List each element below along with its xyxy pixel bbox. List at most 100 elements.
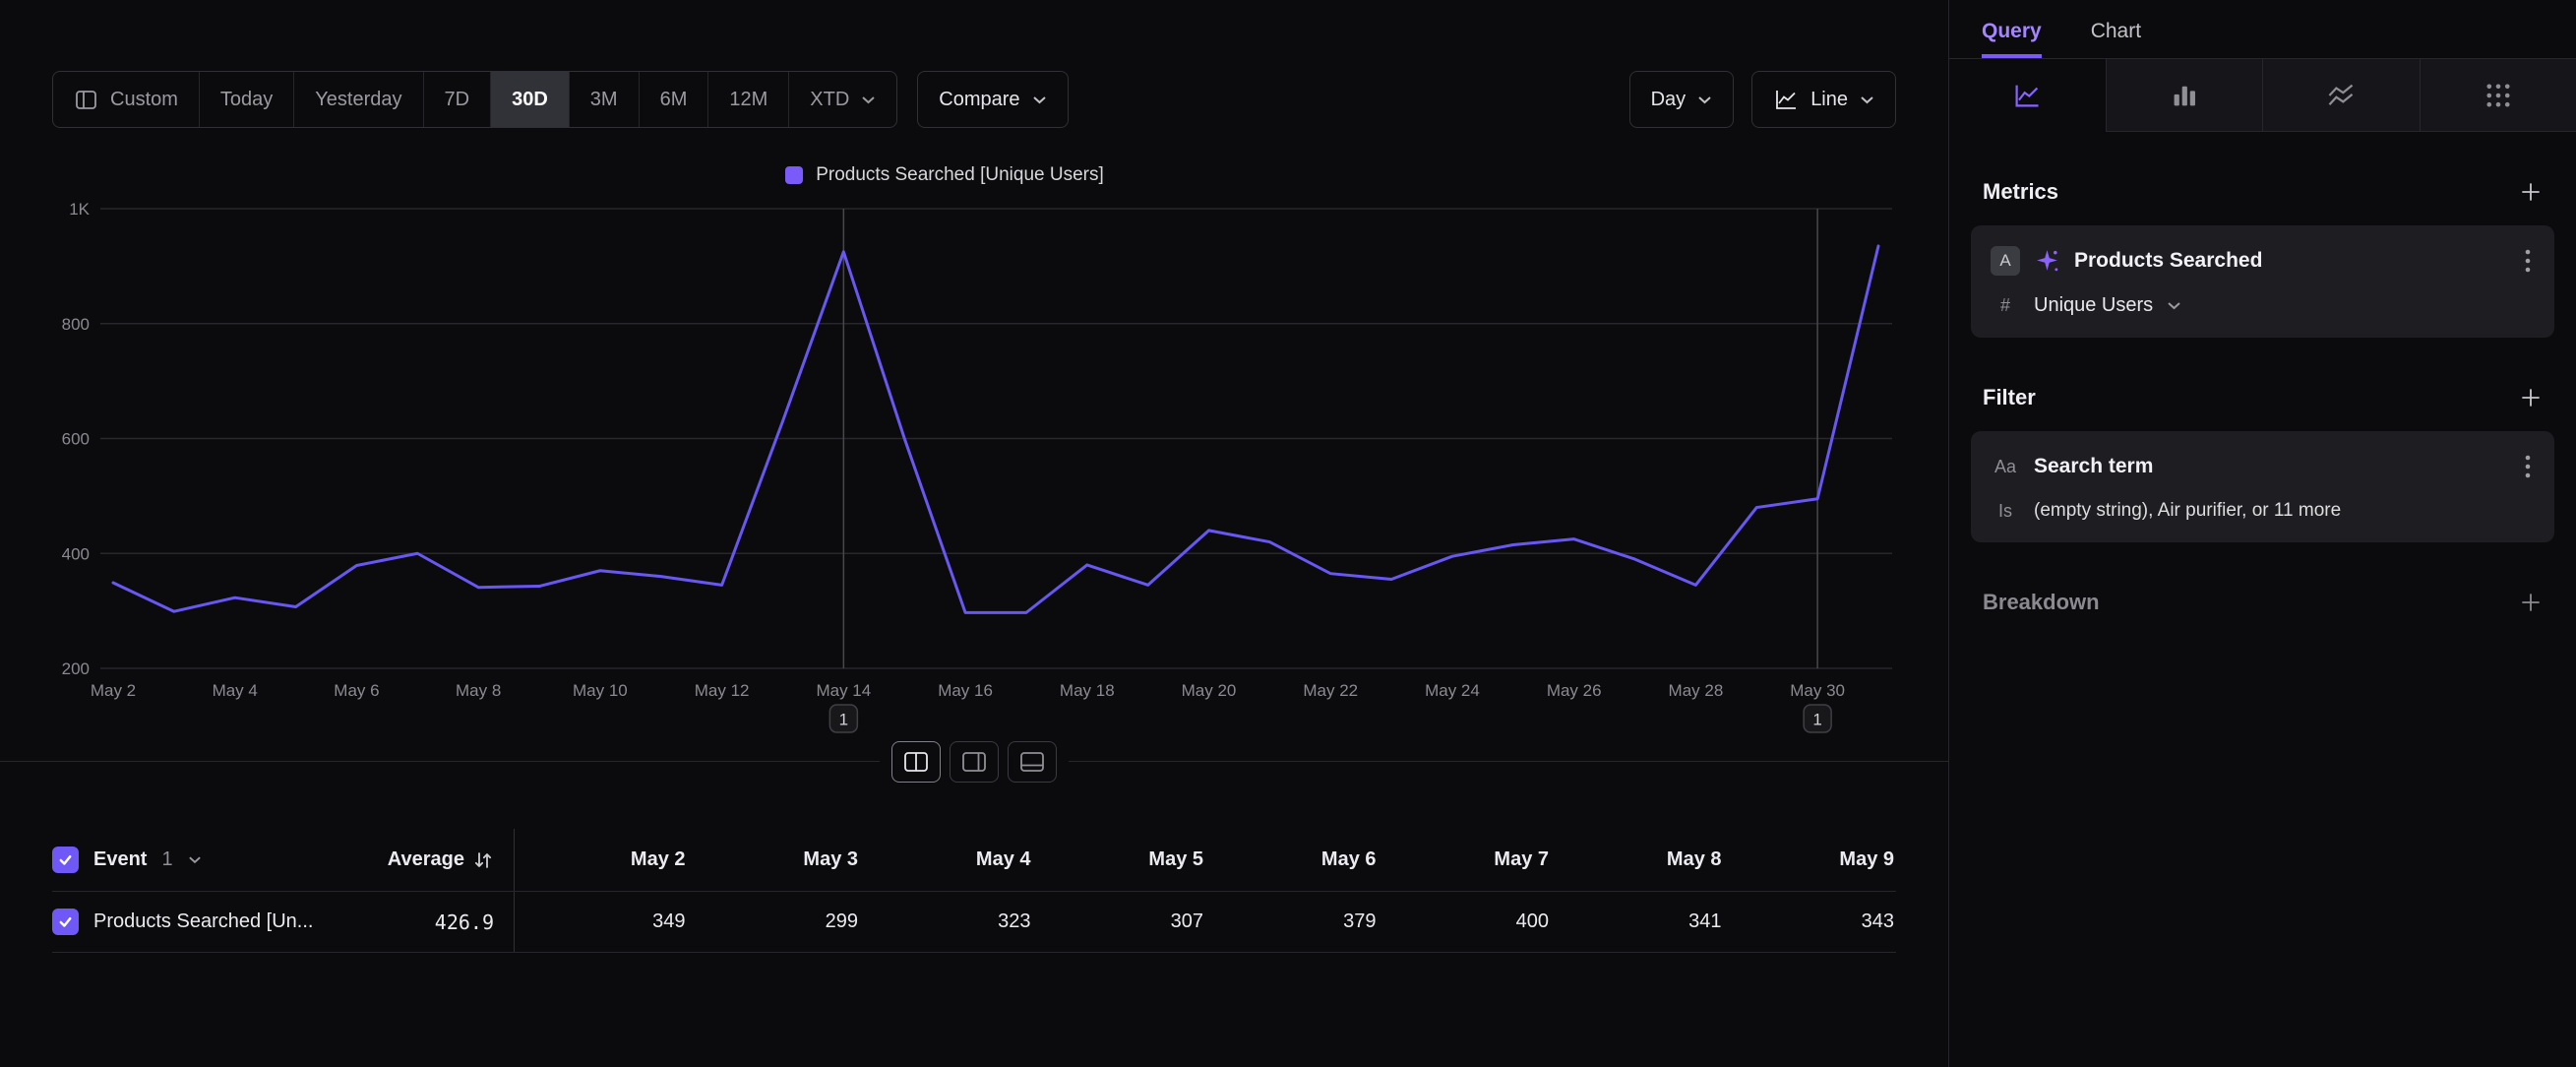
layout-chart-only-button[interactable] bbox=[950, 741, 999, 783]
add-filter-button[interactable] bbox=[2519, 386, 2543, 409]
chevron-down-icon bbox=[1032, 95, 1047, 104]
metric-series-badge: A bbox=[1991, 246, 2020, 276]
select-all-checkbox[interactable] bbox=[52, 847, 79, 873]
chevron-down-icon bbox=[1860, 95, 1874, 104]
add-breakdown-button[interactable] bbox=[2519, 591, 2543, 614]
cell-may-6: 379 bbox=[1205, 892, 1379, 952]
filter-value: (empty string), Air purifier, or 11 more bbox=[2034, 500, 2341, 522]
date-range-label: Yesterday bbox=[315, 89, 401, 111]
column-header-may-5: May 5 bbox=[1033, 829, 1206, 891]
cell-may-4: 323 bbox=[860, 892, 1033, 952]
svg-text:May 10: May 10 bbox=[573, 681, 628, 700]
row-checkbox[interactable] bbox=[52, 909, 79, 935]
compare-button[interactable]: Compare bbox=[917, 71, 1068, 128]
svg-text:May 14: May 14 bbox=[816, 681, 871, 700]
table-row[interactable]: Products Searched [Un... 426.9 349 299 3… bbox=[52, 892, 1896, 953]
add-metric-button[interactable] bbox=[2519, 180, 2543, 204]
svg-text:May 24: May 24 bbox=[1425, 681, 1480, 700]
svg-text:800: 800 bbox=[62, 315, 90, 334]
breakdown-section-header: Breakdown bbox=[1971, 590, 2554, 615]
column-header-may-2: May 2 bbox=[515, 829, 688, 891]
date-range-30d[interactable]: 30D bbox=[490, 72, 569, 127]
svg-text:May 22: May 22 bbox=[1303, 681, 1358, 700]
date-range-custom[interactable]: Custom bbox=[53, 72, 199, 127]
metric-menu-button[interactable] bbox=[2521, 244, 2535, 278]
chart-type-line-button[interactable] bbox=[1949, 59, 2106, 132]
svg-text:May 6: May 6 bbox=[334, 681, 379, 700]
chart-type-strip bbox=[1949, 59, 2576, 132]
cell-may-9: 343 bbox=[1724, 892, 1897, 952]
chevron-down-icon[interactable] bbox=[188, 855, 202, 864]
granularity-dropdown[interactable]: Day bbox=[1629, 71, 1735, 128]
date-range-label: 30D bbox=[512, 89, 548, 111]
chart-type-bar-button[interactable] bbox=[2106, 59, 2263, 132]
svg-text:200: 200 bbox=[62, 659, 90, 678]
chart-type-stacked-button[interactable] bbox=[2262, 59, 2420, 132]
date-range-6m[interactable]: 6M bbox=[639, 72, 708, 127]
cell-may-5: 307 bbox=[1033, 892, 1206, 952]
svg-text:May 2: May 2 bbox=[91, 681, 136, 700]
column-header-may-4: May 4 bbox=[860, 829, 1033, 891]
svg-text:1K: 1K bbox=[69, 200, 90, 219]
svg-text:May 26: May 26 bbox=[1547, 681, 1602, 700]
layout-toggle-group bbox=[880, 741, 1069, 783]
check-icon bbox=[57, 851, 74, 868]
kebab-icon bbox=[2525, 248, 2531, 274]
sort-icon[interactable] bbox=[472, 849, 494, 871]
date-range-today[interactable]: Today bbox=[199, 72, 293, 127]
date-range-7d[interactable]: 7D bbox=[423, 72, 491, 127]
tab-query[interactable]: Query bbox=[1982, 20, 2042, 58]
aggregation-dropdown[interactable]: # Unique Users bbox=[1991, 294, 2535, 317]
svg-text:1: 1 bbox=[1812, 711, 1821, 729]
date-range-label: 12M bbox=[729, 89, 767, 111]
line-chart-icon bbox=[2012, 81, 2042, 110]
legend-label: Products Searched [Unique Users] bbox=[816, 164, 1104, 186]
date-range-xtd[interactable]: XTD bbox=[788, 72, 896, 127]
chart-legend: Products Searched [Unique Users] bbox=[0, 163, 1948, 187]
svg-text:May 12: May 12 bbox=[695, 681, 750, 700]
svg-text:May 16: May 16 bbox=[938, 681, 993, 700]
compare-label: Compare bbox=[939, 89, 1019, 111]
chart-toolbar: Custom Today Yesterday 7D 30D 3M 6M 12M … bbox=[0, 71, 1948, 128]
plus-icon bbox=[2519, 180, 2543, 204]
date-range-label: XTD bbox=[810, 89, 849, 111]
granularity-label: Day bbox=[1651, 89, 1687, 111]
filter-menu-button[interactable] bbox=[2521, 450, 2535, 483]
layout-split-view-button[interactable] bbox=[891, 741, 941, 783]
event-sparkle-icon bbox=[2034, 248, 2060, 275]
layout-bottom-panel-icon bbox=[1019, 751, 1045, 773]
column-header-may-8: May 8 bbox=[1551, 829, 1724, 891]
column-header-may-7: May 7 bbox=[1379, 829, 1552, 891]
tab-chart[interactable]: Chart bbox=[2091, 20, 2141, 58]
chart-type-dropdown[interactable]: Line bbox=[1751, 71, 1896, 128]
metrics-section-header: Metrics bbox=[1971, 179, 2554, 205]
date-range-12m[interactable]: 12M bbox=[707, 72, 788, 127]
plus-icon bbox=[2519, 386, 2543, 409]
date-range-3m[interactable]: 3M bbox=[569, 72, 639, 127]
table-header-row: Event 1 Average May 2 May 3 May 4 May 5 … bbox=[52, 829, 1896, 892]
query-builder-panel: Query Chart Metr bbox=[1949, 0, 2576, 1067]
svg-text:May 18: May 18 bbox=[1060, 681, 1115, 700]
event-column-label: Event bbox=[93, 848, 147, 871]
svg-text:400: 400 bbox=[62, 544, 90, 563]
panel-tab-bar: Query Chart bbox=[1949, 0, 2576, 59]
row-event-name: Products Searched [Un... bbox=[93, 910, 313, 933]
date-range-custom-label: Custom bbox=[110, 89, 178, 111]
check-icon bbox=[57, 913, 74, 930]
cell-may-8: 341 bbox=[1551, 892, 1724, 952]
filter-condition[interactable]: Is (empty string), Air purifier, or 11 m… bbox=[1991, 500, 2535, 522]
chart-type-grid-button[interactable] bbox=[2420, 59, 2576, 132]
chevron-down-icon bbox=[2167, 301, 2181, 310]
date-range-segmented-control: Custom Today Yesterday 7D 30D 3M 6M 12M … bbox=[52, 71, 897, 128]
line-chart[interactable]: 1K800600400200May 2May 4May 6May 8May 10… bbox=[0, 199, 1948, 750]
filter-card[interactable]: Aa Search term Is (empty string), Air pu… bbox=[1971, 431, 2554, 542]
metric-card[interactable]: A Products Searched # Unique Users bbox=[1971, 225, 2554, 338]
column-header-may-3: May 3 bbox=[688, 829, 861, 891]
chart-canvas[interactable]: 1K800600400200May 2May 4May 6May 8May 10… bbox=[52, 199, 1894, 750]
date-range-yesterday[interactable]: Yesterday bbox=[293, 72, 422, 127]
kebab-icon bbox=[2525, 454, 2531, 479]
layout-table-only-button[interactable] bbox=[1008, 741, 1057, 783]
metric-event-name: Products Searched bbox=[2074, 249, 2262, 273]
stacked-line-icon bbox=[2326, 81, 2356, 110]
table-row-left-cell: Products Searched [Un... 426.9 bbox=[52, 892, 515, 952]
